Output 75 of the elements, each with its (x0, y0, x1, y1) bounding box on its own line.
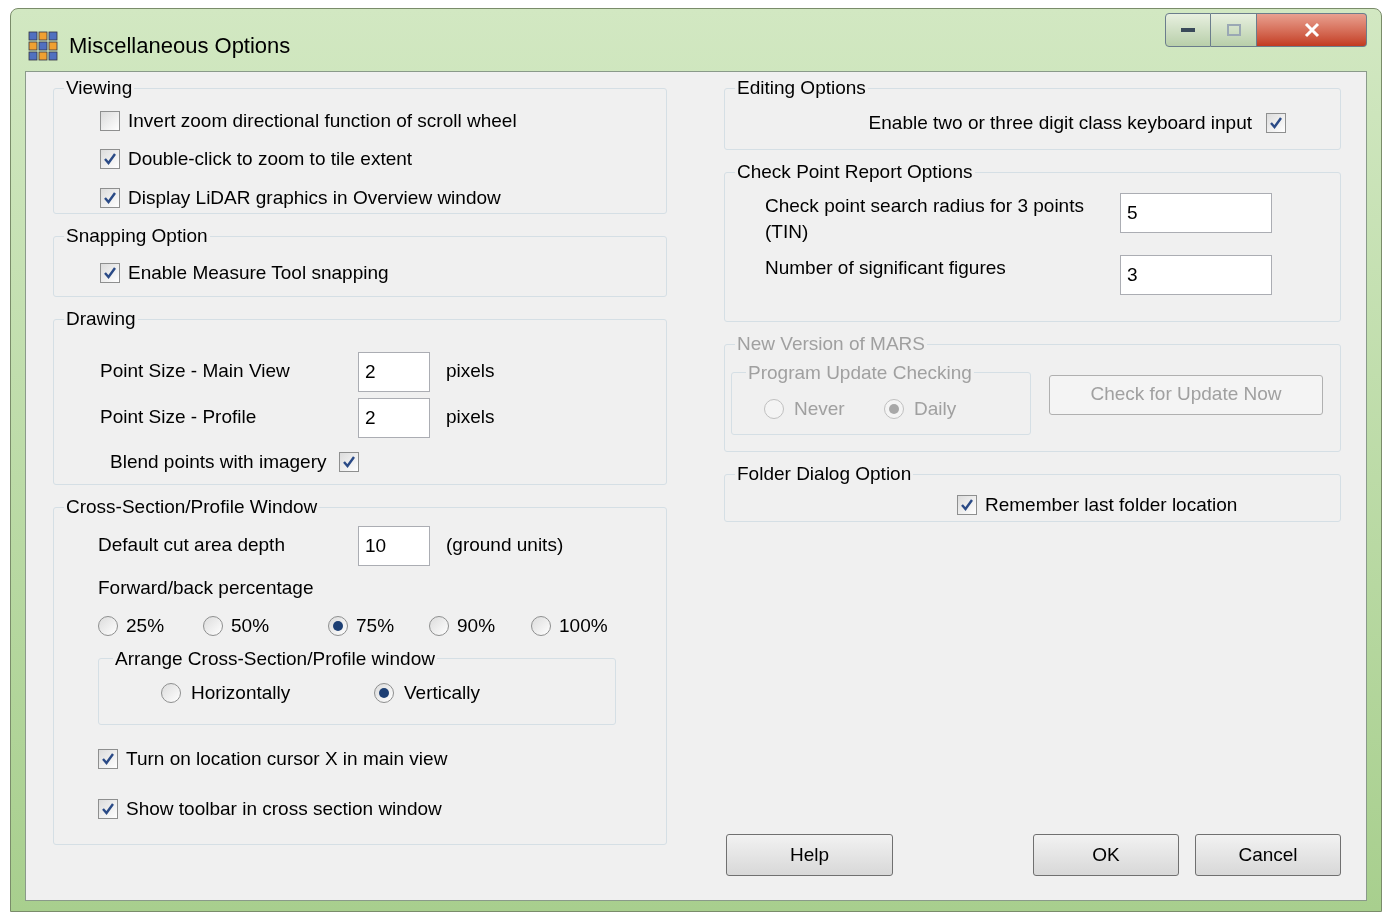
unit-label: pixels (446, 359, 495, 384)
group-title: Snapping Option (65, 224, 209, 248)
check-icon (101, 802, 115, 817)
unit-label: (ground units) (446, 533, 564, 558)
checkbox-label: Enable Measure Tool snapping (128, 260, 389, 285)
radio-label: 75% (356, 614, 395, 638)
input-field[interactable]: 10 (358, 525, 430, 566)
group-title: Cross-Section/Profile Window (65, 495, 319, 519)
minimize-button[interactable] (1165, 13, 1211, 47)
radio-button[interactable] (429, 616, 449, 637)
radio-label: 50% (231, 614, 270, 638)
check-icon (960, 497, 974, 512)
radio-button[interactable] (531, 616, 551, 637)
checkbox-label: Turn on location cursor X in main view (126, 746, 448, 771)
checkbox[interactable] (100, 149, 120, 170)
group-title: Editing Options (736, 76, 867, 100)
check-icon (103, 265, 117, 280)
checkbox[interactable] (98, 748, 118, 769)
input-field[interactable]: 2 (358, 351, 430, 392)
check-icon (341, 454, 356, 469)
checkbox[interactable] (957, 494, 977, 515)
check-icon (101, 751, 115, 766)
maximize-button[interactable] (1211, 13, 1257, 47)
radio-button[interactable] (203, 616, 223, 637)
checkbox-label: Double-click to zoom to tile extent (128, 147, 413, 171)
input-field[interactable]: 2 (358, 397, 430, 438)
check-icon (103, 152, 117, 167)
radio-button[interactable] (328, 616, 348, 637)
group-title: Arrange Cross-Section/Profile window (114, 646, 436, 671)
group-title: Program Update Checking (747, 360, 973, 385)
radio-label: Never (794, 397, 845, 421)
field-label: Point Size - Profile (100, 405, 258, 430)
close-button[interactable] (1257, 13, 1367, 47)
checkbox[interactable] (98, 799, 118, 820)
checkbox-label: Enable two or three digit class keyboard input (868, 110, 1252, 135)
field-label: Check point search radius for 3 points (TIN) (765, 193, 1085, 244)
radio-label: 25% (126, 614, 165, 638)
checkbox-label: Blend points with imagery (110, 449, 327, 474)
radio-label: Daily (914, 397, 957, 421)
section-label: Forward/back percentage (98, 575, 315, 600)
checkbox-label: Display LiDAR graphics in Overview window (128, 185, 501, 210)
check-icon (103, 190, 117, 205)
input-field[interactable]: 5 (1120, 192, 1272, 233)
radio-label: Horizontally (191, 681, 291, 705)
group-title: Folder Dialog Option (736, 462, 913, 486)
group-title: New Version of MARS (736, 332, 926, 356)
window-title: Miscellaneous Options (69, 32, 291, 60)
dialog-button[interactable]: OK (1033, 834, 1179, 876)
checkbox-label: Invert zoom directional function of scroll wheel (128, 108, 517, 133)
close-icon (1302, 22, 1321, 38)
checkbox-label: Show toolbar in cross section window (126, 797, 442, 821)
checkbox[interactable] (100, 110, 120, 131)
unit-label: pixels (446, 405, 495, 430)
field-label: Point Size - Main View (100, 359, 291, 384)
dialog-button[interactable]: Help (726, 834, 893, 876)
group-title: Drawing (65, 307, 137, 331)
radio-label: Vertically (404, 681, 481, 705)
checkbox-label: Remember last folder location (985, 492, 1238, 517)
check-icon (1269, 115, 1283, 130)
radio-button[interactable] (98, 616, 118, 637)
radio-label: 100% (559, 614, 608, 638)
checkbox[interactable] (100, 262, 120, 283)
field-label: Default cut area depth (98, 533, 286, 558)
checkbox[interactable] (338, 451, 359, 472)
input-field[interactable]: 3 (1120, 254, 1272, 295)
group-title: Check Point Report Options (736, 160, 974, 184)
radio-button[interactable] (374, 683, 394, 704)
field-label: Number of significant figures (765, 255, 1007, 280)
radio-button[interactable] (161, 683, 181, 704)
grid-icon (27, 29, 59, 62)
group-title: Viewing (65, 76, 134, 100)
radio-label: 90% (457, 614, 496, 638)
dialog-button[interactable]: Cancel (1195, 834, 1341, 876)
checkbox[interactable] (1266, 112, 1286, 133)
checkbox[interactable] (100, 187, 120, 208)
